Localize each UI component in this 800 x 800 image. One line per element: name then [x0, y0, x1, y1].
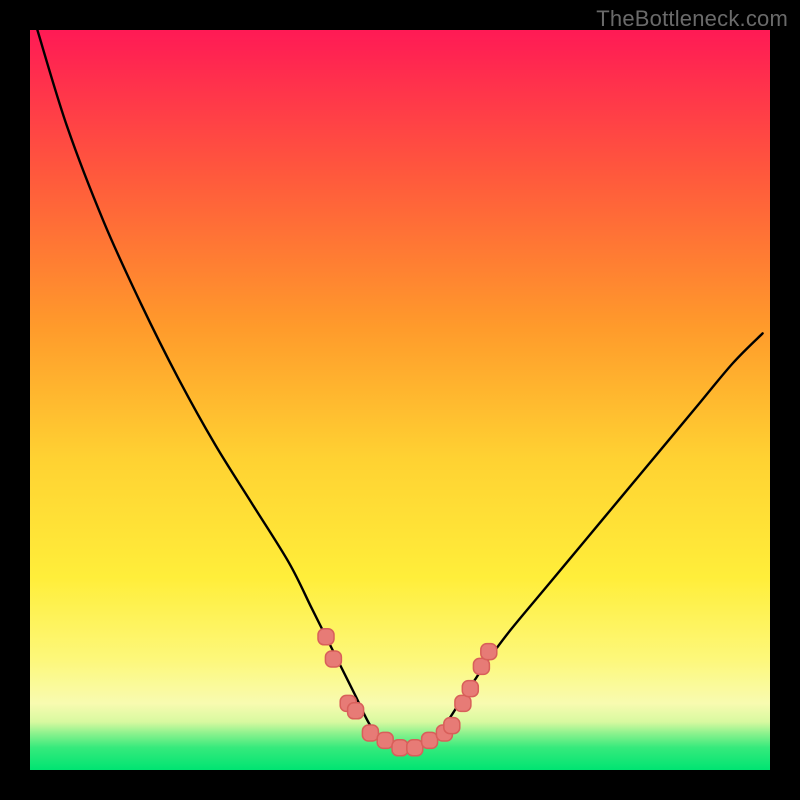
marker-point [444, 718, 460, 734]
gradient-background [30, 30, 770, 770]
watermark-text: TheBottleneck.com [596, 6, 788, 32]
marker-point [473, 658, 489, 674]
plot-area [30, 30, 770, 770]
marker-point [318, 629, 334, 645]
marker-point [392, 740, 408, 756]
marker-point [377, 732, 393, 748]
chart-svg [30, 30, 770, 770]
marker-point [481, 644, 497, 660]
marker-point [325, 651, 341, 667]
marker-point [407, 740, 423, 756]
marker-point [462, 681, 478, 697]
marker-point [348, 703, 364, 719]
marker-point [422, 732, 438, 748]
chart-frame: TheBottleneck.com [0, 0, 800, 800]
marker-point [455, 695, 471, 711]
marker-point [362, 725, 378, 741]
